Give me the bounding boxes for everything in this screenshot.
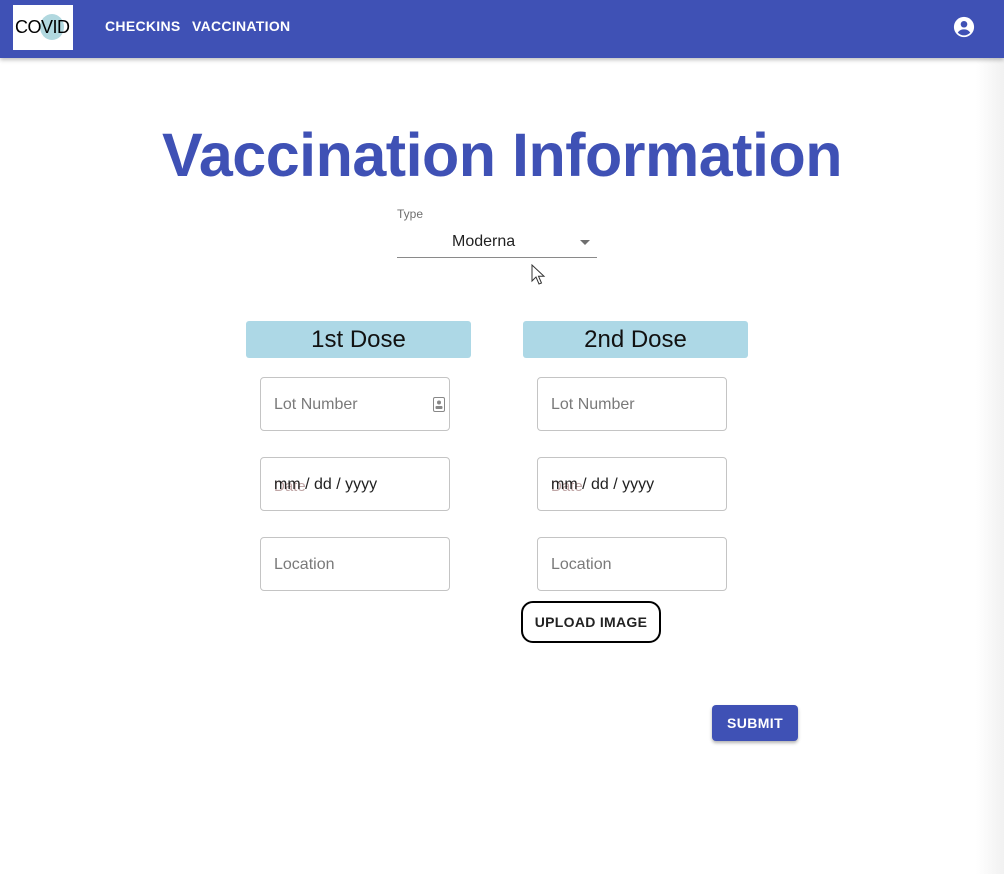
type-label: Type	[397, 207, 424, 221]
contact-card-icon	[433, 397, 445, 412]
nav-vaccination[interactable]: VACCINATION	[192, 18, 290, 34]
lot-number-placeholder: Lot Number	[274, 396, 358, 413]
date-value: mm / dd / yyyy	[274, 476, 378, 493]
page-title: Vaccination Information	[162, 121, 842, 189]
caret-down-icon	[580, 240, 590, 245]
date-value: mm / dd / yyyy	[551, 476, 655, 493]
second-dose-header: 2nd Dose	[523, 321, 748, 358]
first-dose-lot-number-input[interactable]: Lot Number	[260, 377, 450, 431]
vaccine-type-select[interactable]: Moderna	[397, 226, 597, 258]
second-dose-date-input[interactable]: Date mm / dd / yyyy	[537, 457, 727, 511]
first-dose-header: 1st Dose	[246, 321, 471, 358]
first-dose-date-input[interactable]: Date mm / dd / yyyy	[260, 457, 450, 511]
location-placeholder: Location	[274, 556, 335, 573]
app-bar: COVID CHECKINS VACCINATION	[0, 0, 1004, 58]
covid-logo[interactable]: COVID	[13, 5, 73, 50]
second-dose-lot-number-input[interactable]: Lot Number	[537, 377, 727, 431]
submit-button[interactable]: SUBMIT	[712, 705, 798, 741]
first-dose-location-input[interactable]: Location	[260, 537, 450, 591]
lot-number-placeholder: Lot Number	[551, 396, 635, 413]
logo-text: COVID	[15, 17, 70, 37]
upload-image-button[interactable]: UPLOAD IMAGE	[521, 601, 661, 643]
account-circle-icon[interactable]	[953, 16, 975, 38]
nav-checkins[interactable]: CHECKINS	[105, 18, 181, 34]
mouse-pointer-icon	[531, 264, 546, 285]
location-placeholder: Location	[551, 556, 612, 573]
type-selected-value: Moderna	[452, 233, 516, 250]
second-dose-location-input[interactable]: Location	[537, 537, 727, 591]
